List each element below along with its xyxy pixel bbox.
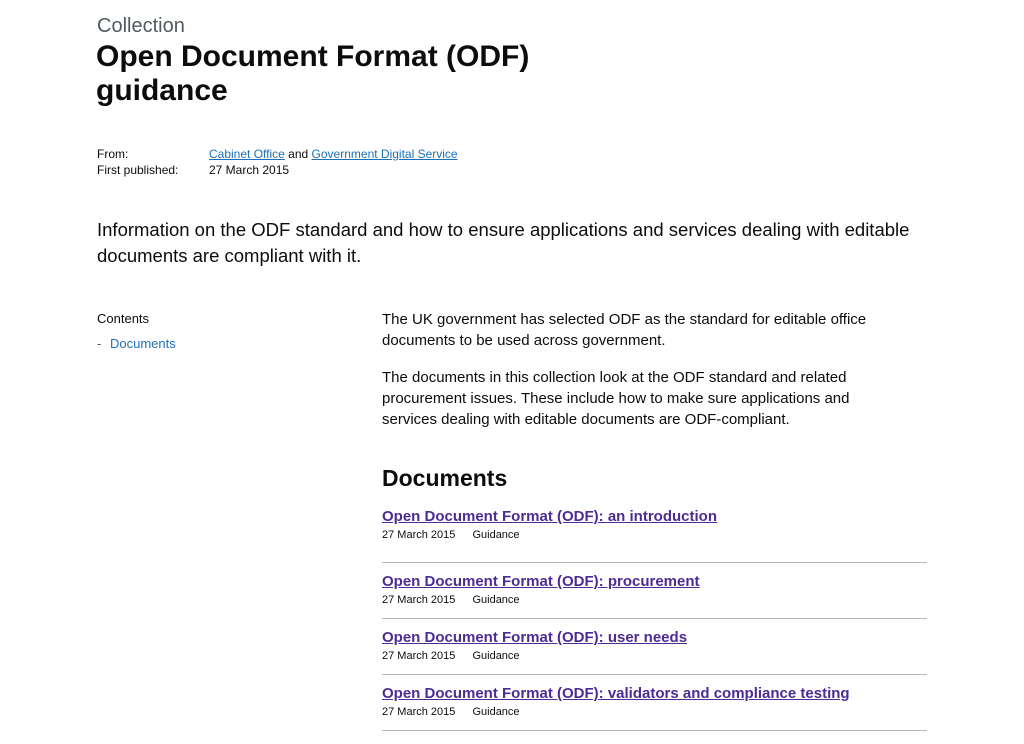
contents-item: - Documents: [97, 335, 176, 353]
documents-heading: Documents: [382, 465, 508, 491]
meta-row-from: From: Cabinet Office and Government Digi…: [97, 146, 458, 162]
main-content: The UK government has selected ODF as th…: [382, 309, 927, 731]
body-paragraph: The UK government has selected ODF as th…: [382, 311, 867, 349]
document-meta: 27 March 2015 Guidance: [382, 528, 927, 542]
document-date: 27 March 2015: [382, 594, 456, 606]
metadata: From: Cabinet Office and Government Digi…: [97, 146, 458, 178]
summary-lead: Information on the ODF standard and how …: [97, 219, 910, 266]
page: Collection Open Document Format (ODF) gu…: [0, 0, 1024, 744]
document-item: Open Document Format (ODF): validators a…: [382, 675, 927, 731]
meta-from-label: From:: [97, 147, 129, 161]
gds-link[interactable]: Government Digital Service: [312, 147, 458, 161]
document-item: Open Document Format (ODF): an introduct…: [382, 507, 927, 563]
document-meta: 27 March 2015 Guidance: [382, 649, 927, 663]
contents-link-documents[interactable]: Documents: [110, 335, 176, 353]
document-link-procurement[interactable]: Open Document Format (ODF): procurement: [382, 572, 927, 592]
document-type: Guidance: [472, 706, 520, 718]
meta-published-date: 27 March 2015: [209, 163, 290, 177]
collection-label: Collection: [97, 15, 185, 37]
document-type: Guidance: [472, 594, 520, 606]
document-list: Open Document Format (ODF): an introduct…: [382, 507, 927, 731]
contents-heading: Contents: [97, 311, 150, 326]
meta-from-value: Cabinet Office and Government Digital Se…: [209, 146, 458, 162]
body-paragraph: The documents in this collection look at…: [382, 369, 850, 428]
contents-nav: Contents - Documents: [97, 310, 176, 353]
cabinet-office-link[interactable]: Cabinet Office: [209, 147, 285, 161]
document-meta: 27 March 2015 Guidance: [382, 705, 927, 719]
document-link-validators[interactable]: Open Document Format (ODF): validators a…: [382, 684, 927, 704]
meta-published-label: First published:: [97, 163, 179, 177]
meta-row-published: First published: 27 March 2015: [97, 162, 458, 178]
contents-dash: -: [97, 336, 102, 351]
page-title: Open Document Format (ODF) guidance: [96, 40, 530, 107]
document-type: Guidance: [472, 650, 520, 662]
document-date: 27 March 2015: [382, 650, 456, 662]
document-item: Open Document Format (ODF): user needs 2…: [382, 619, 927, 675]
document-link-introduction[interactable]: Open Document Format (ODF): an introduct…: [382, 507, 927, 527]
document-link-user-needs[interactable]: Open Document Format (ODF): user needs: [382, 628, 927, 648]
document-item: Open Document Format (ODF): procurement …: [382, 563, 927, 619]
meta-and-text: and: [288, 147, 309, 161]
document-date: 27 March 2015: [382, 529, 456, 541]
document-date: 27 March 2015: [382, 706, 456, 718]
document-meta: 27 March 2015 Guidance: [382, 593, 927, 607]
document-type: Guidance: [472, 529, 520, 541]
